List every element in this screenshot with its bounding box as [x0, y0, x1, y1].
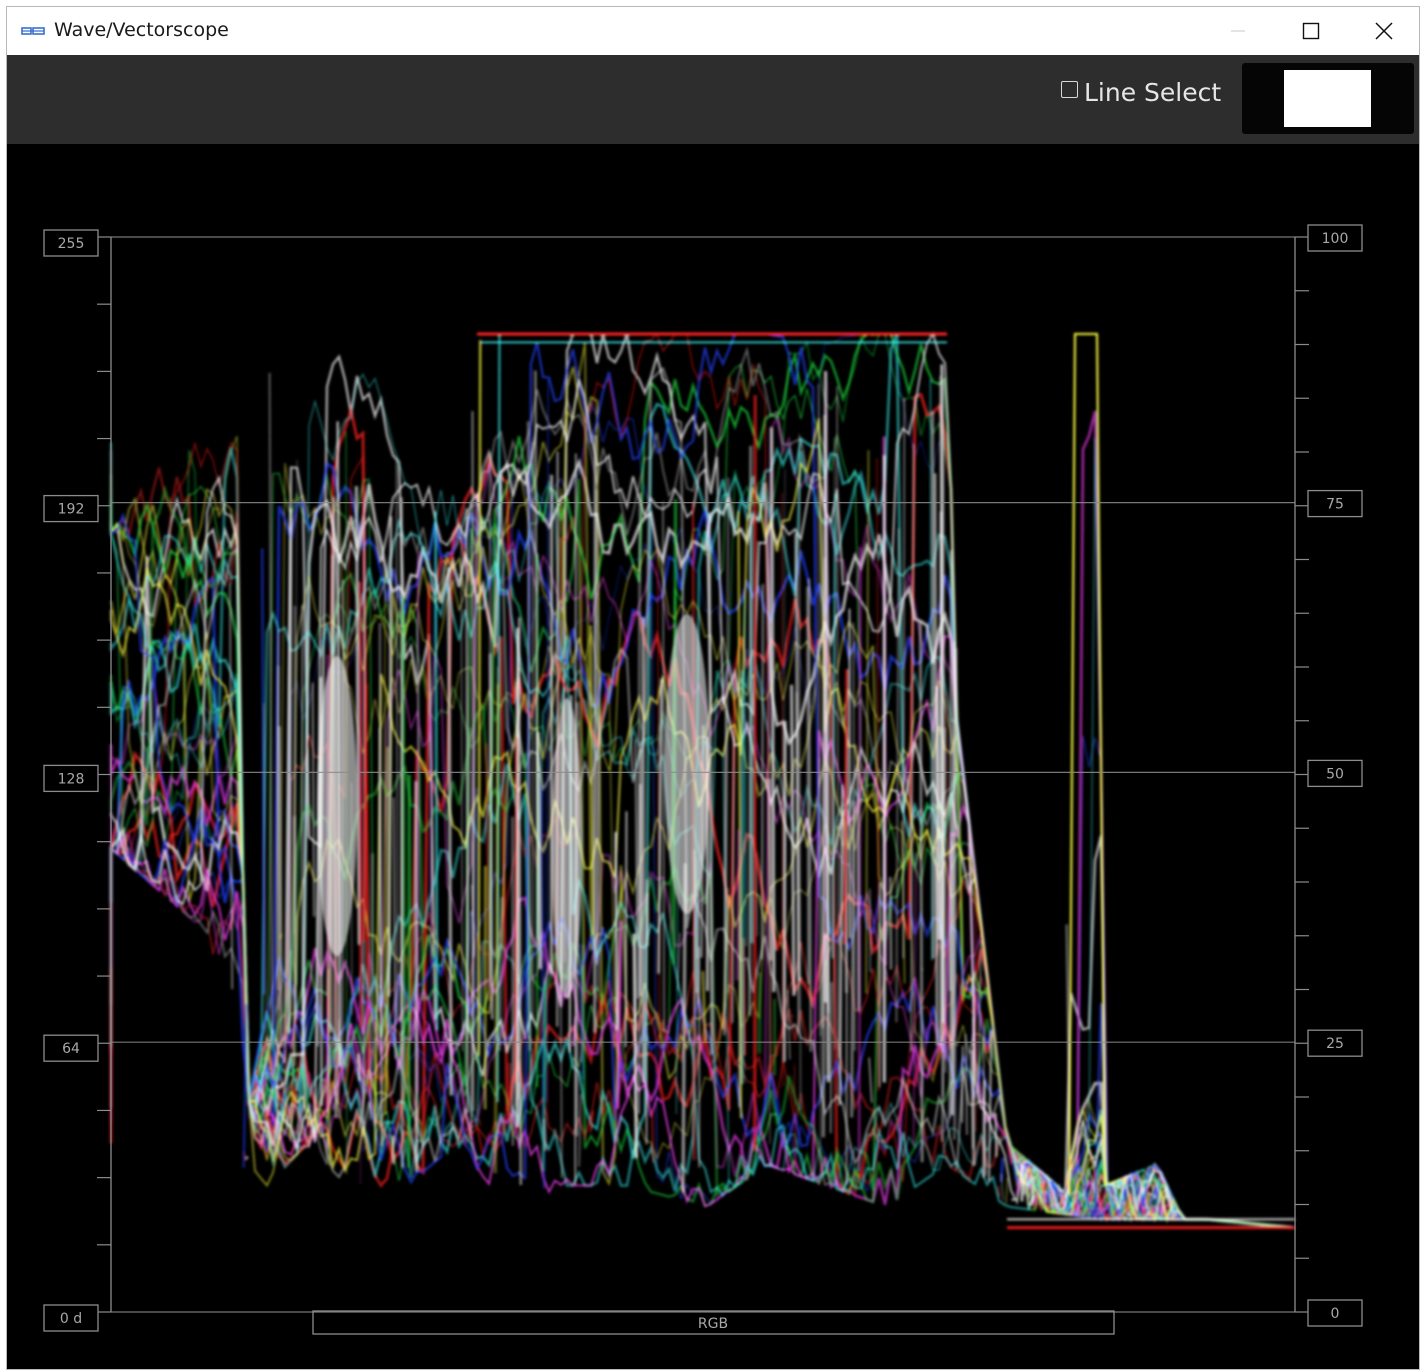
line-select-label: Line Select [1084, 78, 1222, 107]
title-bar[interactable]: Wave/Vectorscope [7, 7, 1419, 55]
left-scale-label-0-text: 255 [58, 236, 85, 252]
right-scale-label-0-text: 100 [1322, 231, 1349, 247]
left-scale-label-1: 192 [43, 494, 99, 523]
preview-swatch [1284, 70, 1371, 127]
right-scale-label-2: 50 [1307, 759, 1363, 788]
minimize-icon [1231, 30, 1245, 32]
right-scale-label-3: 25 [1307, 1029, 1363, 1057]
preview-thumbnail[interactable] [1242, 63, 1414, 134]
right-scale-label-3-text: 25 [1326, 1036, 1344, 1052]
right-scale-label-1-text: 75 [1326, 497, 1344, 513]
line-select-checkbox[interactable]: Line Select [1061, 78, 1221, 107]
left-scale-label-4: 0 d [43, 1304, 99, 1332]
left-scale-label-1-text: 192 [58, 502, 85, 518]
left-scale-label-3-text: 64 [62, 1041, 80, 1057]
checkbox-icon[interactable] [1061, 81, 1078, 98]
right-scale-label-2-text: 50 [1326, 766, 1344, 782]
waveform-traces [109, 331, 1295, 1230]
wave-vectorscope-window: Wave/Vectorscope Line Select 255 192 128… [6, 6, 1420, 1370]
scope-app-icon [21, 27, 45, 35]
right-scale-label-4-text: 0 [1331, 1306, 1340, 1322]
window-title: Wave/Vectorscope [54, 19, 229, 41]
scope-toolbar: Line Select [7, 55, 1419, 144]
close-button[interactable] [1349, 7, 1419, 55]
maximize-button[interactable] [1276, 7, 1346, 55]
close-icon [1375, 22, 1393, 40]
mode-indicator[interactable]: RGB [312, 1310, 1115, 1335]
left-scale-label-3: 64 [43, 1034, 99, 1062]
right-scale-label-4: 0 [1307, 1299, 1363, 1327]
left-scale: 255 192 128 64 0 d [43, 229, 99, 1332]
maximize-icon [1302, 22, 1320, 40]
waveform-svg: 255 192 128 64 0 d 100 75 50 25 0 RGB [43, 224, 1363, 1335]
minimize-button[interactable] [1203, 7, 1273, 55]
left-scale-label-2: 128 [43, 764, 99, 793]
mode-label: RGB [698, 1316, 728, 1332]
right-scale-label-1: 75 [1307, 489, 1363, 518]
right-scale: 100 75 50 25 0 [1307, 224, 1363, 1327]
left-scale-label-4-text: 0 d [60, 1311, 82, 1327]
left-scale-label-0: 255 [43, 229, 99, 257]
left-scale-label-2-text: 128 [58, 771, 85, 787]
waveform-display[interactable]: 255 192 128 64 0 d 100 75 50 25 0 RGB [7, 144, 1419, 1369]
right-scale-label-0: 100 [1307, 224, 1363, 252]
